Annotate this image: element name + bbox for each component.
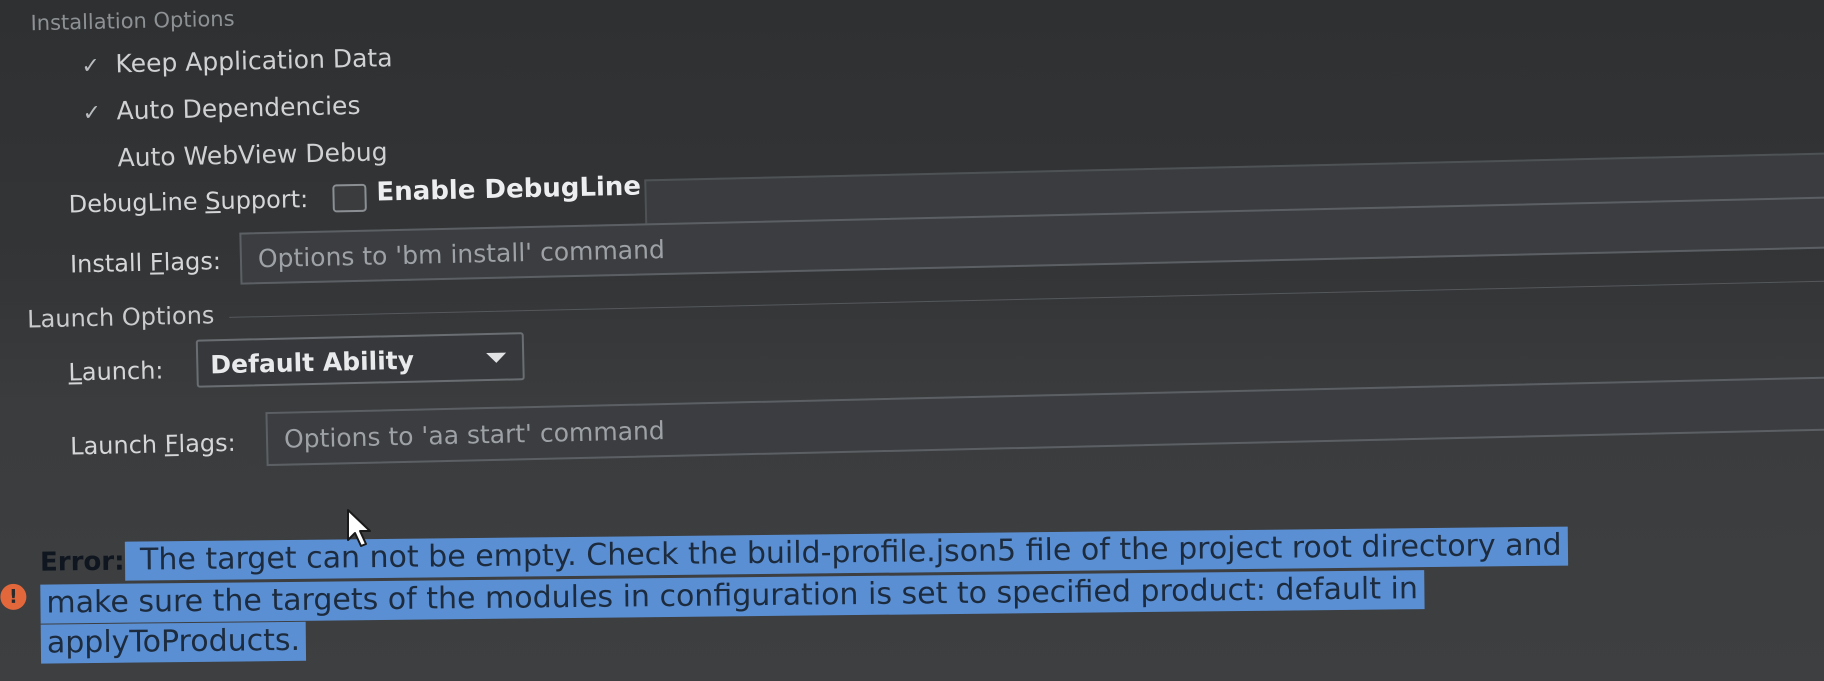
error-icon: ! [0, 583, 27, 610]
error-message: ! Error: The target can not be empty. Ch… [0, 0, 1824, 681]
mouse-pointer-icon [347, 509, 371, 547]
run-configuration-panel: Installation Options ✓ Keep Application D… [0, 0, 1824, 681]
error-prefix: Error: [39, 546, 125, 578]
error-text-line-3: applyToProducts. [40, 621, 307, 664]
error-line-3[interactable]: applyToProducts. [40, 621, 307, 664]
